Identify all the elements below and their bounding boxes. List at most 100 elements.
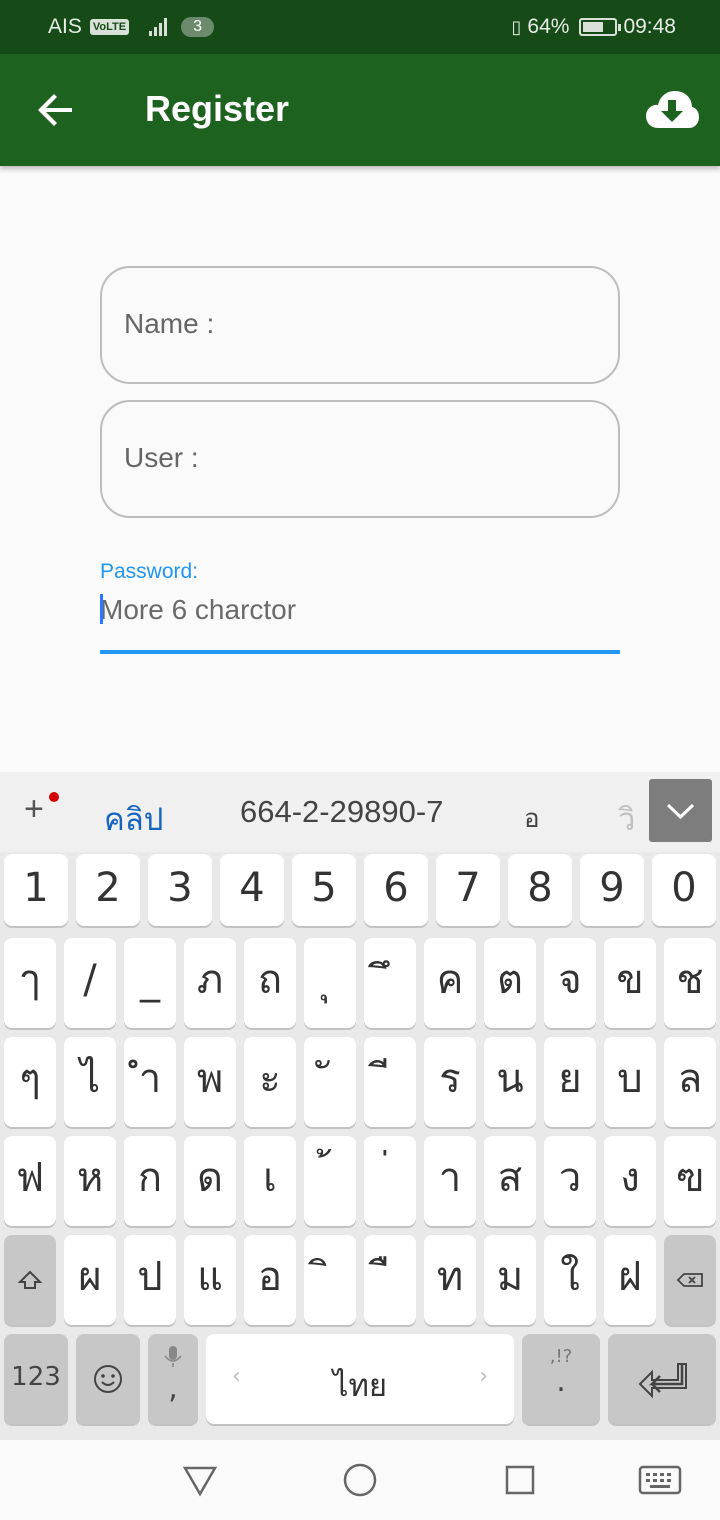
key-thai-3-1[interactable]: ห	[64, 1136, 116, 1226]
key-0[interactable]: 0	[652, 854, 716, 926]
key-thai-1-9[interactable]: จ	[544, 938, 596, 1028]
key-thai-2-5[interactable]: ั	[304, 1037, 356, 1127]
enter-key[interactable]	[608, 1334, 716, 1424]
cloud-download-icon	[646, 91, 699, 128]
keyboard-switch-icon[interactable]	[638, 1464, 682, 1496]
key-thai-2-10[interactable]: บ	[604, 1037, 656, 1127]
key-thai-1-7[interactable]: ค	[424, 938, 476, 1028]
key-thai-4-7[interactable]: ม	[484, 1235, 536, 1325]
key-thai-2-0[interactable]: ๆ	[4, 1037, 56, 1127]
key-label: 6	[383, 865, 409, 911]
key-thai-2-11[interactable]: ล	[664, 1037, 716, 1127]
key-1[interactable]: 1	[4, 854, 68, 926]
key-8[interactable]: 8	[508, 854, 572, 926]
password-input[interactable]	[100, 590, 620, 630]
key-thai-1-5[interactable]: ุ	[304, 938, 356, 1028]
key-label: ฃ	[675, 1155, 705, 1201]
key-thai-3-4[interactable]: เ	[244, 1136, 296, 1226]
key-thai-3-10[interactable]: ง	[604, 1136, 656, 1226]
key-thai-1-8[interactable]: ต	[484, 938, 536, 1028]
key-thai-3-6[interactable]: ่	[364, 1136, 416, 1226]
key-label: ใ	[560, 1254, 580, 1300]
key-2[interactable]: 2	[76, 854, 140, 926]
backspace-key[interactable]	[664, 1235, 716, 1325]
home-nav-icon[interactable]	[342, 1462, 378, 1498]
key-thai-1-10[interactable]: ข	[604, 938, 656, 1028]
key-thai-4-9[interactable]: ฝ	[604, 1235, 656, 1325]
key-label: ร	[439, 1056, 461, 1102]
plus-icon[interactable]: +	[24, 790, 44, 829]
key-thai-2-6[interactable]: ี	[364, 1037, 416, 1127]
key-thai-4-0[interactable]: ผ	[64, 1235, 116, 1325]
key-thai-3-5[interactable]: ้	[304, 1136, 356, 1226]
key-thai-2-3[interactable]: พ	[184, 1037, 236, 1127]
key-thai-3-7[interactable]: า	[424, 1136, 476, 1226]
key-label: ป	[137, 1254, 163, 1300]
key-9[interactable]: 9	[580, 854, 644, 926]
cloud-download-button[interactable]	[644, 84, 700, 136]
suggestion-4[interactable]: วิ	[618, 794, 635, 844]
key-thai-2-8[interactable]: น	[484, 1037, 536, 1127]
key-label: ื	[364, 1235, 416, 1297]
key-4[interactable]: 4	[220, 854, 284, 926]
recents-nav-icon[interactable]	[504, 1464, 536, 1496]
key-thai-3-0[interactable]: ฟ	[4, 1136, 56, 1226]
signal-icon	[149, 18, 168, 36]
suggestion-3[interactable]: อ	[524, 798, 540, 839]
key-thai-3-11[interactable]: ฃ	[664, 1136, 716, 1226]
emoji-key[interactable]	[76, 1334, 140, 1424]
key-label: ผ	[78, 1254, 102, 1300]
key-thai-2-9[interactable]: ย	[544, 1037, 596, 1127]
key-thai-2-4[interactable]: ะ	[244, 1037, 296, 1127]
comma-key[interactable]: ,	[148, 1334, 198, 1424]
symbols-key[interactable]: 123	[4, 1334, 68, 1424]
key-7[interactable]: 7	[436, 854, 500, 926]
name-input[interactable]	[124, 304, 594, 344]
key-label: น	[496, 1056, 524, 1102]
key-5[interactable]: 5	[292, 854, 356, 926]
key-label: อ	[257, 1254, 283, 1300]
key-thai-4-4[interactable]: ิ	[304, 1235, 356, 1325]
key-thai-2-2[interactable]: ำ	[124, 1037, 176, 1127]
key-thai-1-6[interactable]: ึ	[364, 938, 416, 1028]
key-label: ี	[364, 1037, 416, 1099]
space-key[interactable]: ‹ ไทย ›	[206, 1334, 514, 1424]
user-field[interactable]	[100, 400, 620, 518]
key-thai-3-2[interactable]: ก	[124, 1136, 176, 1226]
key-thai-2-1[interactable]: ไ	[64, 1037, 116, 1127]
collapse-keyboard-button[interactable]	[649, 779, 712, 842]
period-key[interactable]: ,!?.	[522, 1334, 600, 1424]
key-thai-2-7[interactable]: ร	[424, 1037, 476, 1127]
punct-hint: ,!?	[549, 1346, 573, 1367]
key-thai-4-1[interactable]: ป	[124, 1235, 176, 1325]
key-thai-3-3[interactable]: ด	[184, 1136, 236, 1226]
name-field[interactable]	[100, 266, 620, 384]
carrier-label: AIS	[48, 15, 82, 38]
back-button[interactable]	[32, 86, 80, 134]
key-label: ไ	[79, 1056, 101, 1102]
key-thai-3-8[interactable]: ส	[484, 1136, 536, 1226]
password-underline	[100, 650, 620, 654]
key-thai-1-4[interactable]: ถ	[244, 938, 296, 1028]
key-label: ก	[137, 1155, 163, 1201]
key-label: ม	[496, 1254, 524, 1300]
suggestion-2[interactable]: 664-2-29890-7	[240, 794, 443, 830]
key-thai-1-3[interactable]: ภ	[184, 938, 236, 1028]
user-input[interactable]	[124, 438, 594, 478]
key-thai-1-1[interactable]: /	[64, 938, 116, 1028]
key-6[interactable]: 6	[364, 854, 428, 926]
key-thai-4-6[interactable]: ท	[424, 1235, 476, 1325]
shift-key[interactable]	[4, 1235, 56, 1325]
back-nav-icon[interactable]	[182, 1464, 218, 1498]
key-thai-1-0[interactable]: ๅ	[4, 938, 56, 1028]
key-thai-4-2[interactable]: แ	[184, 1235, 236, 1325]
key-thai-3-9[interactable]: ว	[544, 1136, 596, 1226]
key-label: ่	[364, 1136, 416, 1198]
key-thai-4-3[interactable]: อ	[244, 1235, 296, 1325]
key-thai-4-8[interactable]: ใ	[544, 1235, 596, 1325]
key-thai-1-11[interactable]: ช	[664, 938, 716, 1028]
key-thai-1-2[interactable]: _	[124, 938, 176, 1028]
key-thai-4-5[interactable]: ื	[364, 1235, 416, 1325]
key-3[interactable]: 3	[148, 854, 212, 926]
suggestion-1[interactable]: คลิป	[104, 794, 163, 844]
